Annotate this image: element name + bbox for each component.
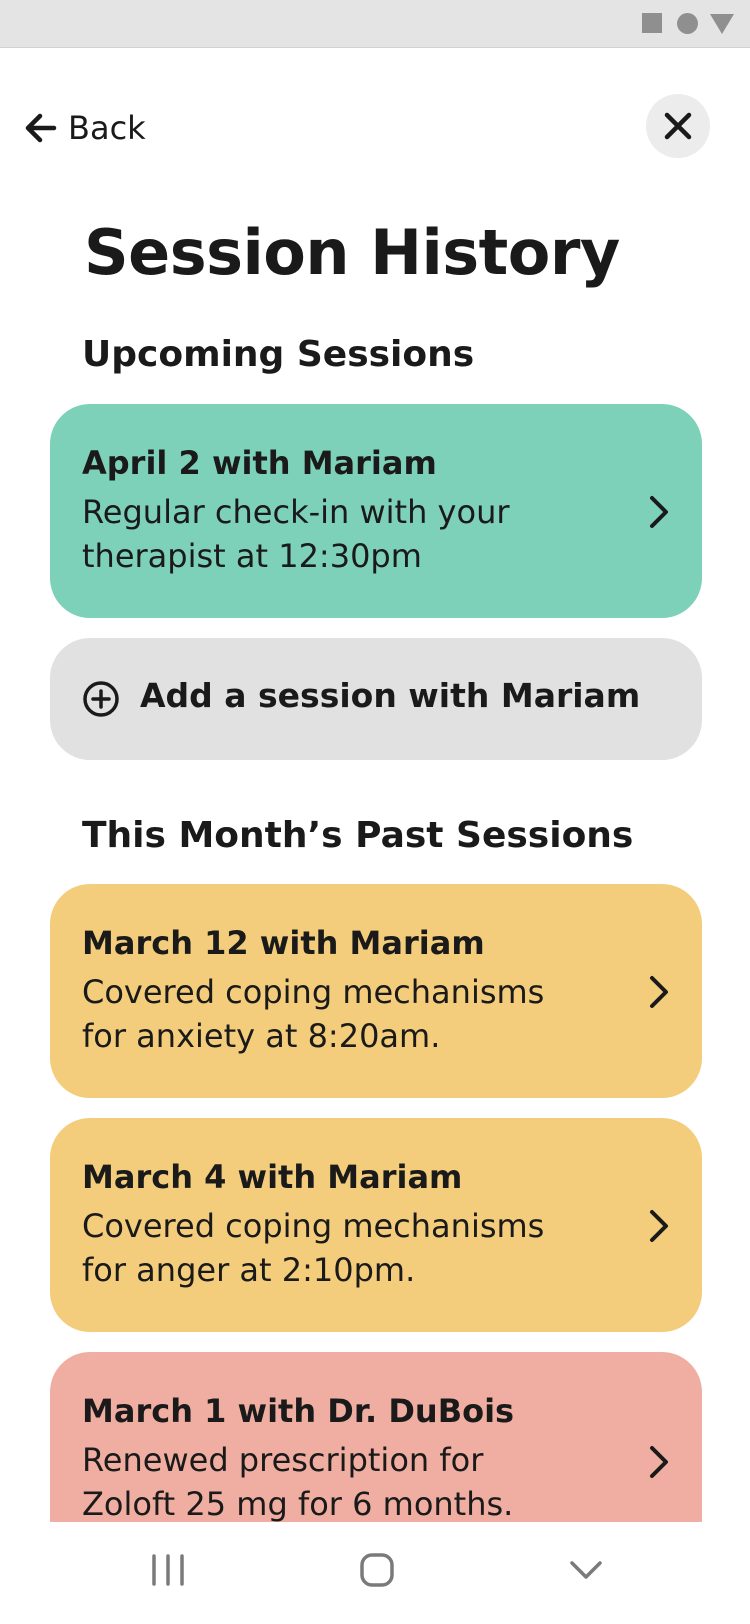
close-button[interactable]: [646, 94, 710, 158]
back-button[interactable]: Back: [24, 104, 146, 152]
home-icon[interactable]: [359, 1552, 395, 1588]
signal-triangle-icon: [710, 14, 734, 34]
session-description: Covered coping mechanisms for anxiety at…: [82, 973, 545, 1055]
session-title: April 2 with Mariam: [82, 444, 437, 482]
chevron-down-icon[interactable]: [568, 1552, 604, 1588]
chevron-right-icon: [650, 976, 668, 1008]
recents-icon[interactable]: [150, 1552, 186, 1588]
page-title: Session History: [84, 216, 620, 289]
chevron-right-icon: [650, 1446, 668, 1478]
upcoming-heading: Upcoming Sessions: [82, 334, 475, 375]
session-description: Renewed prescription for Zoloft 25 mg fo…: [82, 1441, 514, 1522]
add-session-button[interactable]: Add a session with Mariam: [50, 638, 702, 760]
plus-circle-icon: [83, 681, 119, 717]
add-session-label: Add a session with Mariam: [140, 676, 641, 715]
session-description: Regular check-in with your therapist at …: [82, 493, 510, 575]
signal-dot-icon: [677, 13, 698, 34]
navigation-bar: [0, 1522, 750, 1624]
session-card-past[interactable]: March 12 with Mariam Covered coping mech…: [50, 884, 702, 1098]
signal-square-icon: [642, 13, 662, 33]
session-card-past[interactable]: March 4 with Mariam Covered coping mecha…: [50, 1118, 702, 1332]
session-title: March 12 with Mariam: [82, 924, 485, 962]
session-card-past[interactable]: March 1 with Dr. DuBois Renewed prescrip…: [50, 1352, 702, 1522]
chevron-right-icon: [650, 496, 668, 528]
session-card-upcoming[interactable]: April 2 with Mariam Regular check-in wit…: [50, 404, 702, 618]
status-bar: [0, 0, 750, 48]
session-title: March 4 with Mariam: [82, 1158, 463, 1196]
back-label: Back: [68, 109, 146, 147]
arrow-left-icon: [25, 113, 57, 143]
past-heading: This Month’s Past Sessions: [82, 815, 634, 856]
session-description: Covered coping mechanisms for anger at 2…: [82, 1207, 545, 1289]
chevron-right-icon: [650, 1210, 668, 1242]
close-icon: [664, 112, 692, 140]
session-title: March 1 with Dr. DuBois: [82, 1392, 515, 1430]
